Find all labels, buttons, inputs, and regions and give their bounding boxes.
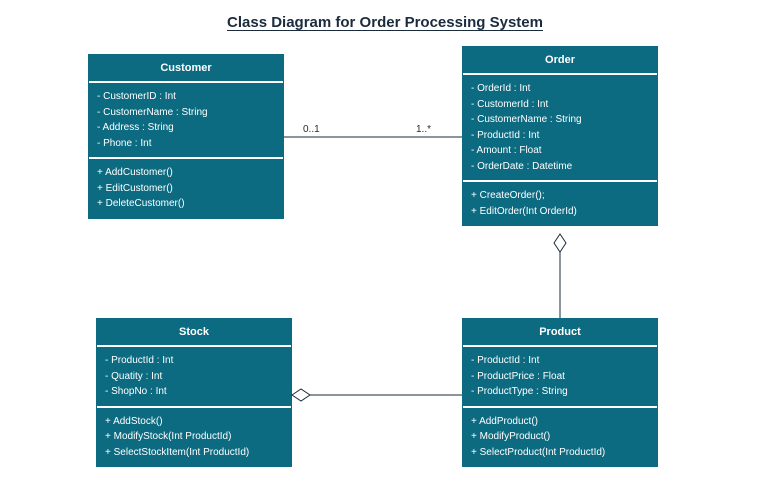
- attr: - ProductType : String: [471, 384, 649, 400]
- class-stock-attrs: - ProductId : Int - Quatity : Int - Shop…: [97, 347, 291, 408]
- class-stock-name: Stock: [97, 319, 291, 347]
- diagram-title: Class Diagram for Order Processing Syste…: [0, 0, 770, 31]
- attr: - ProductId : Int: [471, 353, 649, 369]
- class-order-name: Order: [463, 47, 657, 75]
- op: + EditCustomer(): [97, 181, 275, 197]
- attr: - OrderId : Int: [471, 81, 649, 97]
- multiplicity-right: 1..*: [416, 124, 431, 135]
- class-order: Order - OrderId : Int - CustomerId : Int…: [462, 46, 658, 226]
- class-stock: Stock - ProductId : Int - Quatity : Int …: [96, 318, 292, 467]
- op: + ModifyStock(Int ProductId): [105, 429, 283, 445]
- attr: - Address : String: [97, 120, 275, 136]
- class-order-ops: + CreateOrder(); + EditOrder(Int OrderId…: [463, 182, 657, 225]
- op: + AddCustomer(): [97, 165, 275, 181]
- class-order-attrs: - OrderId : Int - CustomerId : Int - Cus…: [463, 75, 657, 182]
- attr: - CustomerId : Int: [471, 97, 649, 113]
- op: + DeleteCustomer(): [97, 196, 275, 212]
- class-customer: Customer - CustomerID : Int - CustomerNa…: [88, 54, 284, 219]
- attr: - CustomerID : Int: [97, 89, 275, 105]
- class-customer-attrs: - CustomerID : Int - CustomerName : Stri…: [89, 83, 283, 159]
- attr: - ProductPrice : Float: [471, 369, 649, 385]
- class-product-attrs: - ProductId : Int - ProductPrice : Float…: [463, 347, 657, 408]
- op: + SelectProduct(Int ProductId): [471, 445, 649, 461]
- class-product-ops: + AddProduct() + ModifyProduct() + Selec…: [463, 408, 657, 467]
- attr: - CustomerName : String: [471, 112, 649, 128]
- attr: - Phone : Int: [97, 136, 275, 152]
- op: + AddStock(): [105, 414, 283, 430]
- class-customer-ops: + AddCustomer() + EditCustomer() + Delet…: [89, 159, 283, 218]
- class-stock-ops: + AddStock() + ModifyStock(Int ProductId…: [97, 408, 291, 467]
- op: + EditOrder(Int OrderId): [471, 204, 649, 220]
- attr: - Amount : Float: [471, 143, 649, 159]
- attr: - ProductId : Int: [471, 128, 649, 144]
- attr: - ShopNo : Int: [105, 384, 283, 400]
- op: + AddProduct(): [471, 414, 649, 430]
- op: + CreateOrder();: [471, 188, 649, 204]
- class-product: Product - ProductId : Int - ProductPrice…: [462, 318, 658, 467]
- class-product-name: Product: [463, 319, 657, 347]
- attr: - CustomerName : String: [97, 105, 275, 121]
- class-customer-name: Customer: [89, 55, 283, 83]
- attr: - Quatity : Int: [105, 369, 283, 385]
- multiplicity-left: 0..1: [303, 124, 320, 135]
- op: + SelectStockItem(Int ProductId): [105, 445, 283, 461]
- op: + ModifyProduct(): [471, 429, 649, 445]
- attr: - OrderDate : Datetime: [471, 159, 649, 175]
- attr: - ProductId : Int: [105, 353, 283, 369]
